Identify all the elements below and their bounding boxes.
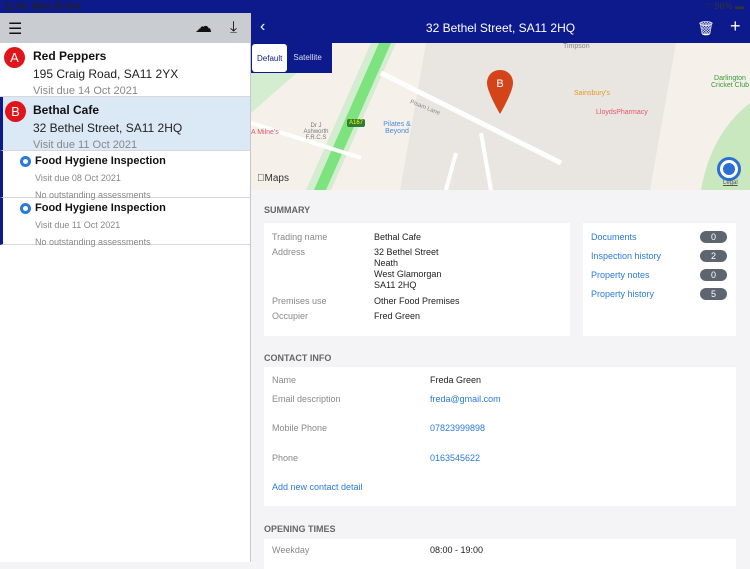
- legal-link[interactable]: Legal: [723, 180, 738, 186]
- field-label: Mobile Phone: [272, 423, 327, 433]
- field-label: Occupier: [272, 311, 308, 321]
- count-badge: 5: [700, 288, 727, 300]
- list-item[interactable]: A Red Peppers 195 Craig Road, SA11 2YX V…: [0, 43, 250, 97]
- field-label: Trading name: [272, 232, 327, 242]
- map-label: A Milne's: [251, 129, 279, 136]
- map-view[interactable]: Default Satellite B Timpson Sainsbury's …: [251, 43, 750, 190]
- marker-badge: A: [4, 47, 25, 68]
- add-contact-link[interactable]: Add new contact detail: [272, 482, 363, 492]
- tab-default[interactable]: Default: [252, 44, 287, 72]
- map-label: Dr J Ashworth F.R.C.S: [299, 123, 333, 141]
- inspection-item[interactable]: Food Hygiene Inspection Visit due 08 Oct…: [0, 151, 250, 198]
- road-sign: A167: [347, 119, 365, 127]
- field-value-address: 32 Bethel StreetNeathWest GlamorganSA11 …: [374, 247, 441, 291]
- inspection-name: Food Hygiene Inspection: [35, 155, 250, 167]
- detail-content: SUMMARY Trading name Bethal Cafe Address…: [251, 190, 750, 562]
- section-heading: OPENING TIMES: [264, 524, 336, 534]
- field-label: Phone: [272, 453, 298, 463]
- phone-link[interactable]: 0163545622: [430, 453, 480, 463]
- field-label: Weekday: [272, 545, 309, 555]
- menu-icon[interactable]: ☰: [8, 19, 22, 39]
- inspection-icon: [20, 203, 31, 214]
- map-label: Sainsbury's: [574, 90, 610, 97]
- premises-address: 32 Bethel Street, SA11 2HQ: [33, 121, 250, 135]
- list-item-selected[interactable]: B Bethal Cafe 32 Bethel Street, SA11 2HQ…: [0, 97, 250, 151]
- email-link[interactable]: freda@gmail.com: [430, 394, 501, 404]
- field-value: Bethal Cafe: [374, 232, 421, 242]
- detail-header: ‹ 32 Bethel Street, SA11 2HQ 🗑 +: [251, 13, 750, 43]
- map-label: LloydsPharmacy: [596, 109, 648, 116]
- field-label: Premises use: [272, 296, 327, 306]
- add-icon[interactable]: +: [730, 16, 741, 37]
- section-heading: CONTACT INFO: [264, 353, 331, 363]
- tab-satellite[interactable]: Satellite: [288, 43, 326, 73]
- premises-list-panel: ☰ ☁ ⤓ A Red Peppers 195 Craig Road, SA11…: [0, 13, 251, 562]
- map-label: Timpson: [563, 43, 590, 50]
- field-value: 08:00 - 19:00: [430, 545, 483, 555]
- premises-name: Red Peppers: [33, 49, 250, 63]
- property-history-link[interactable]: Property history: [591, 289, 654, 299]
- status-time: 11:46 Wed 20 Oct: [4, 1, 80, 11]
- status-bar: 11:46 Wed 20 Oct ⌔ 96% ▬: [0, 0, 750, 13]
- battery-indicator: ⌔ 96% ▬: [704, 1, 745, 12]
- map-pin-icon[interactable]: B: [487, 70, 513, 114]
- inspection-icon: [20, 156, 31, 167]
- visit-due: Visit due 11 Oct 2021: [33, 139, 250, 151]
- page-title: 32 Bethel Street, SA11 2HQ: [251, 21, 750, 35]
- map-type-toggle: Default Satellite: [251, 43, 332, 73]
- field-label: Address: [272, 247, 305, 257]
- count-badge: 0: [700, 269, 727, 281]
- field-value: Other Food Premises: [374, 296, 460, 306]
- section-heading: SUMMARY: [264, 205, 310, 215]
- documents-link[interactable]: Documents: [591, 232, 637, 242]
- maps-logo: Maps: [257, 173, 289, 184]
- count-badge: 0: [700, 231, 727, 243]
- premises-name: Bethal Cafe: [33, 103, 250, 117]
- mobile-phone-link[interactable]: 07823999898: [430, 423, 485, 433]
- cloud-upload-icon[interactable]: ☁: [195, 17, 212, 37]
- map-label: Pilates & Beyond: [379, 121, 415, 135]
- trash-icon[interactable]: 🗑: [697, 20, 715, 37]
- field-label: Name: [272, 375, 296, 385]
- download-icon[interactable]: ⤓: [230, 19, 237, 37]
- premises-address: 195 Craig Road, SA11 2YX: [33, 67, 250, 81]
- visit-due: Visit due 08 Oct 2021: [35, 173, 250, 183]
- inspection-item[interactable]: Food Hygiene Inspection Visit due 11 Oct…: [0, 198, 250, 245]
- property-notes-link[interactable]: Property notes: [591, 270, 650, 280]
- visit-due: Visit due 11 Oct 2021: [35, 220, 250, 230]
- assessment-note: No outstanding assessments: [35, 237, 250, 247]
- inspection-name: Food Hygiene Inspection: [35, 202, 250, 214]
- summary-card: Trading name Bethal Cafe Address 32 Beth…: [264, 223, 570, 336]
- contact-card: Name Freda Green Email description freda…: [264, 367, 736, 506]
- field-label: Email description: [272, 394, 341, 404]
- locate-icon[interactable]: [717, 157, 741, 181]
- inspection-history-link[interactable]: Inspection history: [591, 251, 661, 261]
- map-label: Darlington Cricket Club: [709, 75, 750, 89]
- marker-badge: B: [5, 101, 26, 122]
- opening-times-card: Weekday 08:00 - 19:00: [264, 539, 736, 569]
- count-badge: 2: [700, 250, 727, 262]
- list-toolbar: ☰ ☁ ⤓: [0, 13, 250, 43]
- field-value: Freda Green: [430, 375, 481, 385]
- field-value: Fred Green: [374, 311, 420, 321]
- summary-links-card: Documents 0 Inspection history 2 Propert…: [583, 223, 736, 336]
- svg-text:B: B: [496, 78, 503, 90]
- visit-due: Visit due 14 Oct 2021: [33, 85, 250, 97]
